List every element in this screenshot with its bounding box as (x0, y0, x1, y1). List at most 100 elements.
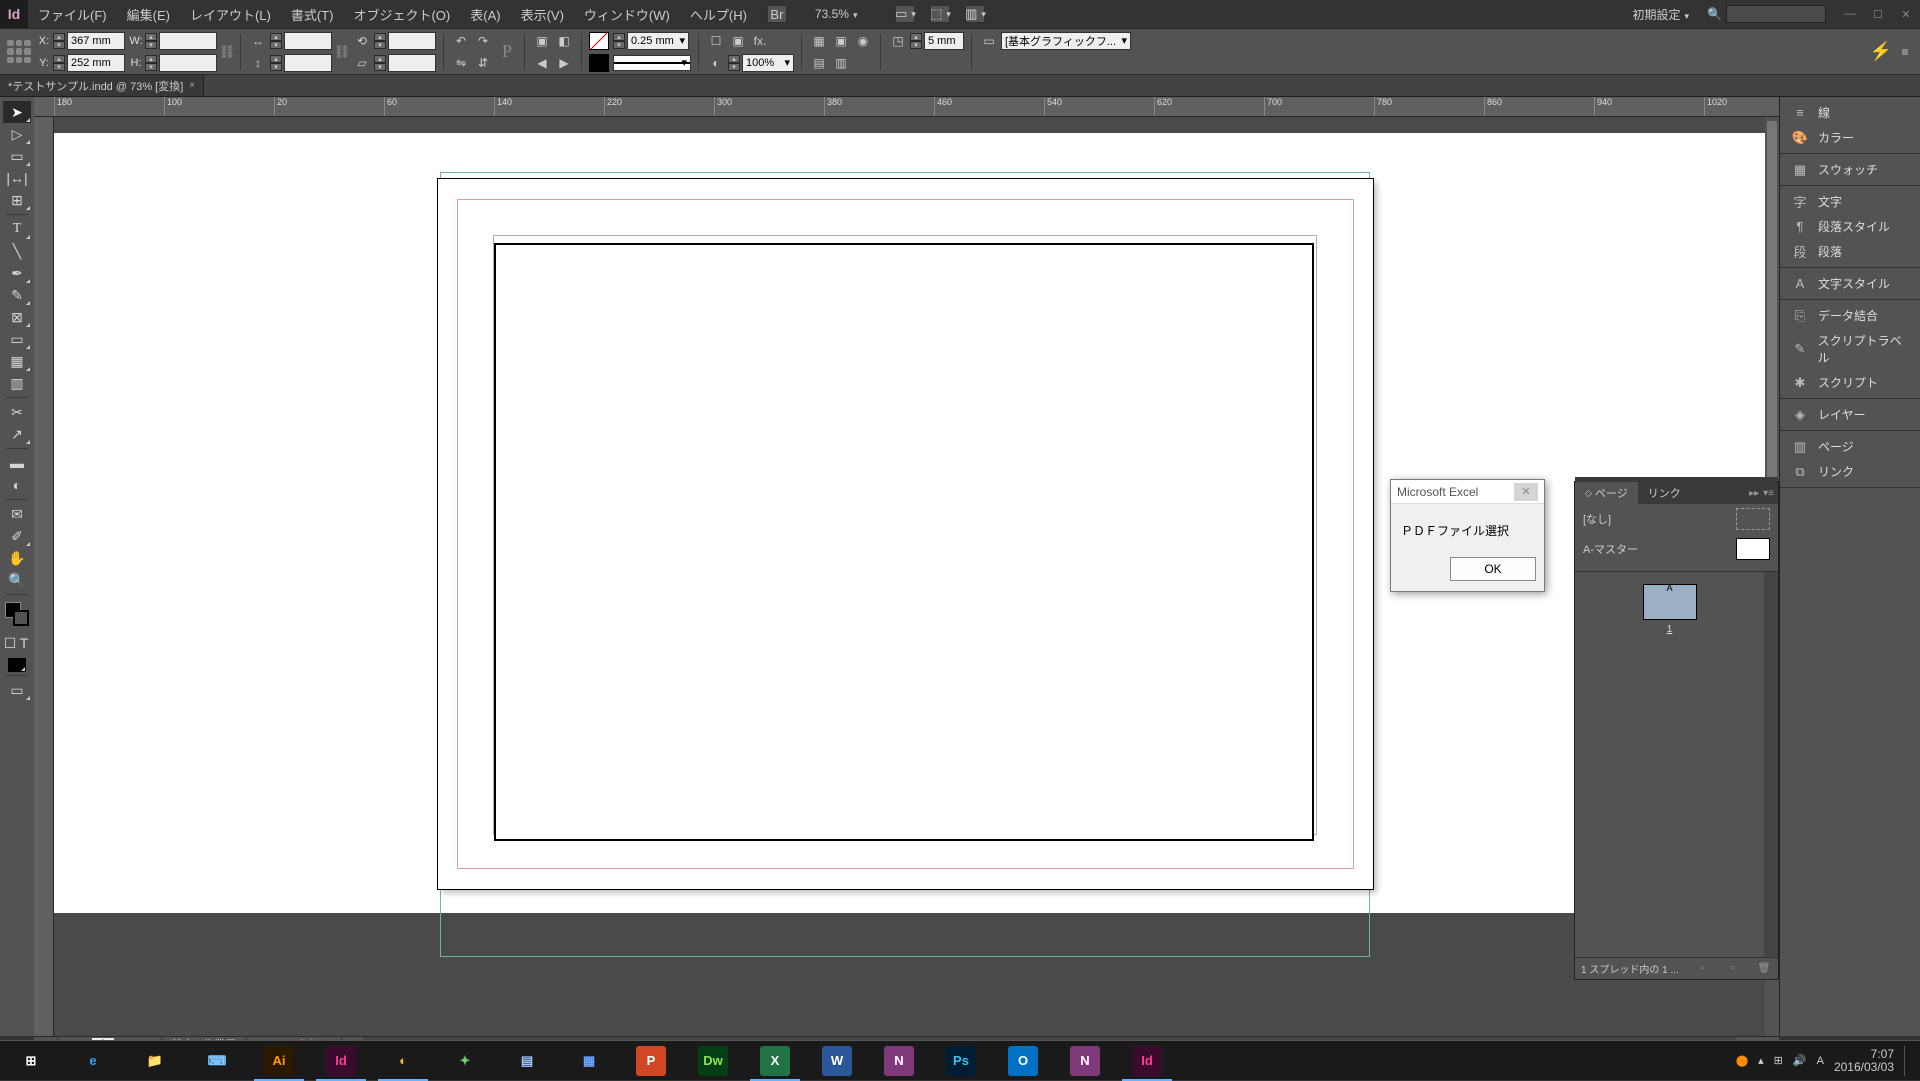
link-scale-icon[interactable]: ⛓ (336, 35, 348, 69)
view-mode-toggle[interactable]: ▭ (3, 679, 31, 701)
tray-up-icon[interactable]: ▴ (1758, 1054, 1764, 1067)
selection-tool[interactable]: ➤ (3, 101, 31, 123)
master-none-row[interactable]: [なし] (1575, 504, 1778, 534)
shear-field[interactable] (388, 54, 436, 72)
drop-shadow-icon[interactable]: ▣ (728, 32, 748, 50)
menu-help[interactable]: ヘルプ(H) (680, 0, 757, 28)
hand-tool[interactable]: ✋ (3, 547, 31, 569)
type-tool[interactable]: T (3, 218, 31, 240)
taskbar-powerpoint[interactable]: P (620, 1041, 682, 1081)
master-a-row[interactable]: A-マスター (1575, 534, 1778, 564)
pen-tool[interactable]: ✒ (3, 262, 31, 284)
menu-object[interactable]: オブジェクト(O) (343, 0, 460, 28)
wrap-bbox-icon[interactable]: ▣ (831, 32, 851, 50)
tray-ime-icon[interactable]: A (1817, 1055, 1824, 1067)
x-position-field[interactable]: 367 mm (67, 32, 125, 50)
rectangle-tool[interactable]: ▭ (3, 328, 31, 350)
taskbar-indesign-2[interactable]: Id (1116, 1041, 1178, 1081)
taskbar-chrome[interactable]: ◐ (372, 1041, 434, 1081)
menu-edit[interactable]: 編集(E) (117, 0, 180, 28)
stroke-weight-field[interactable]: 0.25 mm▾ (627, 32, 689, 50)
panel-grip[interactable] (1575, 477, 1778, 482)
polygon-tool[interactable]: ▦ (3, 350, 31, 372)
scissors-tool[interactable]: ✂ (3, 401, 31, 423)
table-tool[interactable]: ▥ (3, 372, 31, 394)
taskbar-dreamweaver[interactable]: Dw (682, 1041, 744, 1081)
taskbar-outlook[interactable]: O (992, 1041, 1054, 1081)
panel-item-段落スタイル[interactable]: ¶段落スタイル (1780, 214, 1920, 239)
taskbar-onenote-clip[interactable]: N (1054, 1041, 1116, 1081)
master-none-thumb[interactable] (1736, 508, 1770, 530)
panel-collapse-icon[interactable]: ▸▸ (1749, 488, 1759, 499)
eyedropper-tool[interactable]: ✐ (3, 525, 31, 547)
taskbar-photoshop[interactable]: Ps (930, 1041, 992, 1081)
link-wh-icon[interactable]: ⛓ (221, 35, 233, 69)
master-a-thumb[interactable] (1736, 538, 1770, 560)
line-tool[interactable]: ╲ (3, 240, 31, 262)
content-collector-tool[interactable]: ⊞ (3, 189, 31, 211)
rectangle-frame-object[interactable] (494, 243, 1314, 841)
vertical-ruler[interactable] (34, 117, 54, 1036)
page-tool[interactable]: ▭ (3, 145, 31, 167)
panel-item-線[interactable]: ≡線 (1780, 100, 1920, 125)
minimize-button[interactable]: — (1836, 3, 1864, 25)
menu-table[interactable]: 表(A) (460, 0, 510, 28)
rotate-ccw-icon[interactable]: ↶ (451, 32, 471, 50)
menu-view[interactable]: 表示(V) (511, 0, 574, 28)
excel-dialog-ok-button[interactable]: OK (1450, 557, 1536, 581)
bridge-icon[interactable]: Br (767, 5, 787, 23)
fit-frame-icon[interactable]: ▭ (979, 32, 999, 50)
select-container-icon[interactable]: ▣ (532, 32, 552, 50)
select-next-icon[interactable]: ▶ (554, 54, 574, 72)
tray-app-icon[interactable]: ⬤ (1736, 1054, 1748, 1067)
edit-page-size-icon[interactable]: ▫ (1694, 962, 1710, 976)
horizontal-ruler[interactable]: 1801002060140220300380460540620700780860… (34, 97, 1779, 117)
gradient-swatch-tool[interactable]: ▬ (3, 452, 31, 474)
zoom-tool[interactable]: 🔍 (3, 569, 31, 591)
gradient-feather-tool[interactable]: ◐ (3, 474, 31, 496)
panel-item-スクリプト[interactable]: ✱スクリプト (1780, 370, 1920, 395)
taskbar-indesign[interactable]: Id (310, 1041, 372, 1081)
document-tab-close-icon[interactable]: × (189, 80, 195, 91)
panel-item-カラー[interactable]: 🎨カラー (1780, 125, 1920, 150)
opacity-normal-icon[interactable]: ☐ (706, 32, 726, 50)
panel-item-データ結合[interactable]: ⎘データ結合 (1780, 303, 1920, 328)
wrap-jump-icon[interactable]: ▤ (809, 54, 829, 72)
panel-item-スクリプトラベル[interactable]: ✎スクリプトラベル (1780, 328, 1920, 370)
rotate-field[interactable] (388, 32, 436, 50)
menu-window[interactable]: ウィンドウ(W) (574, 0, 680, 28)
width-field[interactable] (159, 32, 217, 50)
gap-tool[interactable]: |↔| (3, 167, 31, 189)
new-page-icon[interactable]: ▫ (1725, 962, 1741, 976)
scale-x-field[interactable] (284, 32, 332, 50)
zoom-level[interactable]: 73.5% (807, 5, 866, 23)
show-desktop-button[interactable] (1904, 1046, 1910, 1076)
select-content-icon[interactable]: ◧ (554, 32, 574, 50)
container-text-toggle[interactable]: ☐T (3, 632, 31, 654)
taskbar-app-tiles[interactable]: ▦ (558, 1041, 620, 1081)
height-field[interactable] (159, 54, 217, 72)
pages-panel-body[interactable]: A 1 (1575, 572, 1764, 957)
menu-layout[interactable]: レイアウト(L) (180, 0, 281, 28)
screen-mode-icon[interactable]: ⬚ (930, 5, 950, 23)
fx-icon[interactable]: fx. (750, 32, 770, 50)
delete-page-icon[interactable]: 🗑 (1756, 962, 1772, 976)
select-prev-icon[interactable]: ◀ (532, 54, 552, 72)
taskbar-clock[interactable]: 7:07 2016/03/03 (1834, 1048, 1894, 1074)
rectangle-frame-tool[interactable]: ⊠ (3, 306, 31, 328)
taskbar-onenote[interactable]: N (868, 1041, 930, 1081)
panel-item-文字スタイル[interactable]: A文字スタイル (1780, 271, 1920, 296)
wrap-none-icon[interactable]: ▦ (809, 32, 829, 50)
panel-item-スウォッチ[interactable]: ▦スウォッチ (1780, 157, 1920, 182)
pages-panel-tab-links[interactable]: リンク (1638, 482, 1691, 504)
search-input[interactable] (1726, 5, 1826, 23)
apply-color[interactable] (8, 658, 26, 672)
flip-v-icon[interactable]: ⇵ (473, 54, 493, 72)
panel-item-レイヤー[interactable]: ◈レイヤー (1780, 402, 1920, 427)
corner-size-field[interactable]: 5 mm (924, 32, 964, 50)
tray-volume-icon[interactable]: 🔊 (1793, 1054, 1807, 1067)
flip-h-icon[interactable]: ⇋ (451, 54, 471, 72)
direct-selection-tool[interactable]: ▷ (3, 123, 31, 145)
menu-file[interactable]: ファイル(F) (28, 0, 117, 28)
panel-item-段落[interactable]: 段段落 (1780, 239, 1920, 264)
